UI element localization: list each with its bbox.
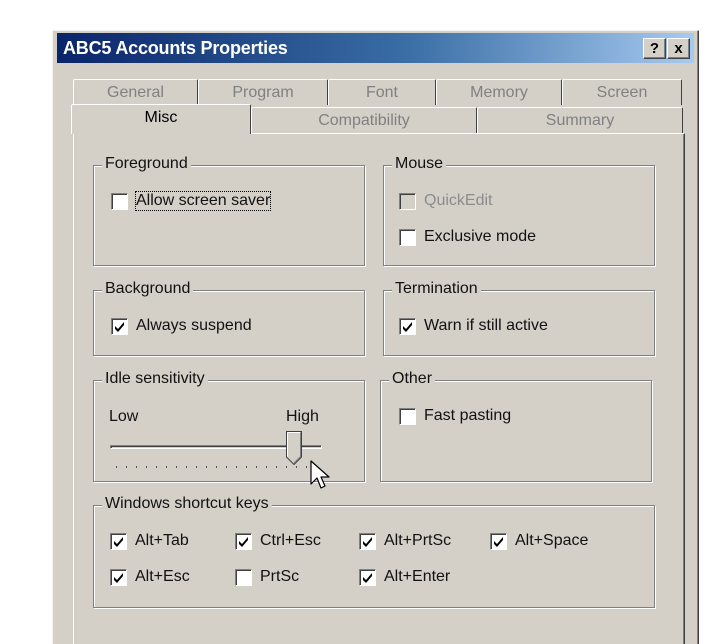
exclusive-mode-label: Exclusive mode (424, 228, 537, 245)
tab-general[interactable]: General (73, 79, 198, 105)
always-suspend-box[interactable] (111, 318, 128, 335)
other-group-title: Other (389, 370, 436, 388)
mouse-pointer-icon (310, 460, 330, 489)
shortcut-keys-group-title: Windows shortcut keys (102, 495, 272, 513)
window-title: ABC5 Accounts Properties (63, 38, 288, 58)
fast-pasting-box[interactable] (399, 408, 416, 425)
ctrl-esc-box[interactable] (235, 533, 252, 550)
always-suspend-checkbox[interactable]: Always suspend (111, 317, 291, 337)
background-group-title: Background (102, 280, 194, 298)
alt-tab-checkbox[interactable]: Alt+Tab (110, 532, 220, 552)
slider-low-label: Low (109, 408, 139, 425)
tab-program[interactable]: Program (198, 79, 328, 105)
quickedit-label: QuickEdit (424, 192, 493, 209)
mouse-group: Mouse (383, 155, 655, 266)
ctrl-esc-checkbox[interactable]: Ctrl+Esc (235, 532, 345, 552)
warn-if-active-box[interactable] (399, 318, 416, 335)
prtsc-checkbox[interactable]: PrtSc (235, 568, 335, 588)
idle-sensitivity-slider-thumb[interactable] (286, 431, 302, 465)
fast-pasting-label: Fast pasting (424, 407, 512, 424)
warn-if-active-checkbox[interactable]: Warn if still active (399, 317, 589, 337)
slider-ticks (116, 466, 307, 468)
exclusive-mode-checkbox[interactable]: Exclusive mode (399, 228, 569, 248)
tab-misc[interactable]: Misc (71, 104, 251, 134)
prtsc-box[interactable] (235, 569, 252, 586)
tab-memory[interactable]: Memory (436, 79, 562, 105)
checkmark-icon (114, 537, 123, 547)
alt-esc-box[interactable] (110, 569, 127, 586)
tab-screen[interactable]: Screen (562, 79, 682, 105)
tab-font[interactable]: Font (328, 79, 436, 105)
mouse-group-title: Mouse (392, 155, 447, 173)
alt-tab-label: Alt+Tab (135, 532, 189, 549)
exclusive-mode-box[interactable] (399, 229, 416, 246)
close-button[interactable]: x (667, 38, 690, 59)
alt-esc-label: Alt+Esc (135, 568, 190, 585)
foreground-group: Foreground (93, 155, 365, 266)
allow-screen-saver-label: Allow screen saver (134, 191, 272, 211)
title-bar[interactable]: ABC5 Accounts Properties ? x (57, 33, 694, 63)
alt-enter-label: Alt+Enter (384, 568, 451, 585)
shortcut-keys-group: Windows shortcut keys (93, 495, 655, 608)
foreground-group-title: Foreground (102, 155, 191, 173)
alt-enter-box[interactable] (359, 569, 376, 586)
alt-prtsc-box[interactable] (359, 533, 376, 550)
quickedit-checkbox[interactable]: QuickEdit (399, 192, 519, 212)
tab-summary[interactable]: Summary (477, 107, 683, 133)
alt-space-label: Alt+Space (515, 532, 589, 549)
checkmark-icon (239, 537, 248, 547)
allow-screen-saver-box[interactable] (111, 193, 128, 210)
fast-pasting-checkbox[interactable]: Fast pasting (399, 407, 549, 427)
checkmark-icon (115, 322, 124, 332)
alt-prtsc-label: Alt+PrtSc (384, 532, 452, 549)
always-suspend-label: Always suspend (136, 317, 252, 334)
other-group: Other (380, 370, 652, 482)
alt-prtsc-checkbox[interactable]: Alt+PrtSc (359, 532, 479, 552)
alt-tab-box[interactable] (110, 533, 127, 550)
tab-compatibility[interactable]: Compatibility (251, 107, 477, 133)
ctrl-esc-label: Ctrl+Esc (260, 532, 321, 549)
alt-esc-checkbox[interactable]: Alt+Esc (110, 568, 220, 588)
help-button[interactable]: ? (643, 38, 666, 59)
alt-enter-checkbox[interactable]: Alt+Enter (359, 568, 479, 588)
checkmark-icon (403, 322, 412, 332)
quickedit-box[interactable] (399, 193, 416, 210)
checkmark-icon (494, 537, 503, 547)
checkmark-icon (363, 573, 372, 583)
checkmark-icon (114, 573, 123, 583)
alt-space-checkbox[interactable]: Alt+Space (490, 532, 620, 552)
alt-space-box[interactable] (490, 533, 507, 550)
warn-if-active-label: Warn if still active (424, 317, 548, 334)
idle-sensitivity-group-title: Idle sensitivity (102, 370, 208, 388)
prtsc-label: PrtSc (260, 568, 300, 585)
checkmark-icon (363, 537, 372, 547)
allow-screen-saver-checkbox[interactable]: Allow screen saver (111, 191, 311, 212)
slider-high-label: High (286, 408, 319, 425)
termination-group-title: Termination (392, 280, 481, 298)
